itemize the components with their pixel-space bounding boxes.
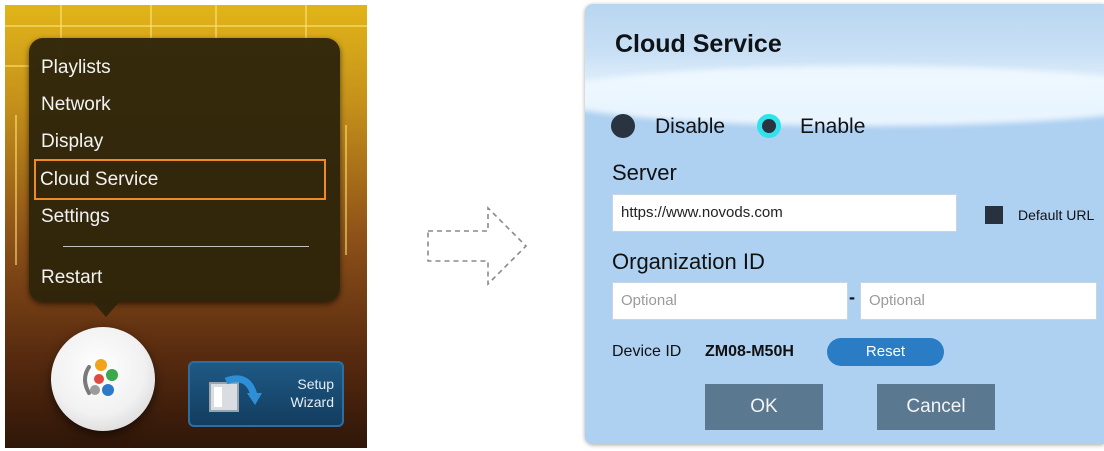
device-id-label: Device ID (612, 343, 682, 360)
organization-id-field-1[interactable]: Optional (612, 282, 848, 320)
device-id-value: ZM08-M50H (705, 343, 794, 360)
background-grid-line (15, 115, 17, 265)
menu-screen: Playlists Network Display Cloud Service … (5, 5, 367, 448)
server-url-input[interactable]: https://www.novods.com (612, 194, 957, 232)
default-url-checkbox[interactable] (985, 206, 1003, 224)
cancel-button[interactable]: Cancel (877, 384, 995, 430)
server-label: Server (612, 160, 677, 185)
menu-item-network[interactable]: Network (35, 90, 303, 120)
arrow-right-icon (427, 206, 528, 286)
setup-wizard-label: Setup Wizard (290, 376, 334, 410)
setup-wizard-button[interactable]: Setup Wizard (188, 361, 344, 427)
home-button[interactable] (51, 327, 155, 431)
organization-id-field-2[interactable]: Optional (860, 282, 1097, 320)
enable-radio-label[interactable]: Enable (800, 115, 865, 139)
app-logo-icon (83, 359, 118, 396)
menu-item-display[interactable]: Display (35, 127, 303, 157)
background-grid-line (345, 125, 347, 255)
menu-item-settings[interactable]: Settings (35, 202, 303, 232)
default-url-label: Default URL (1018, 207, 1095, 223)
menu-item-playlists[interactable]: Playlists (35, 53, 303, 83)
organization-id-label: Organization ID (612, 249, 765, 274)
menu-item-cloud-service[interactable]: Cloud Service (34, 159, 326, 200)
menu-pointer (92, 301, 120, 317)
disable-radio-label[interactable]: Disable (655, 115, 725, 139)
reset-button[interactable]: Reset (827, 338, 944, 366)
organization-id-separator: - (849, 287, 855, 307)
menu-item-restart[interactable]: Restart (35, 263, 303, 293)
dialog-title: Cloud Service (615, 30, 782, 58)
disable-radio[interactable] (611, 114, 635, 138)
ok-button[interactable]: OK (705, 384, 823, 430)
background-grid-line (5, 25, 367, 27)
enable-radio[interactable] (757, 114, 781, 138)
cloud-service-dialog: Cloud Service Disable Enable Server http… (585, 4, 1104, 444)
menu-divider (63, 246, 309, 247)
